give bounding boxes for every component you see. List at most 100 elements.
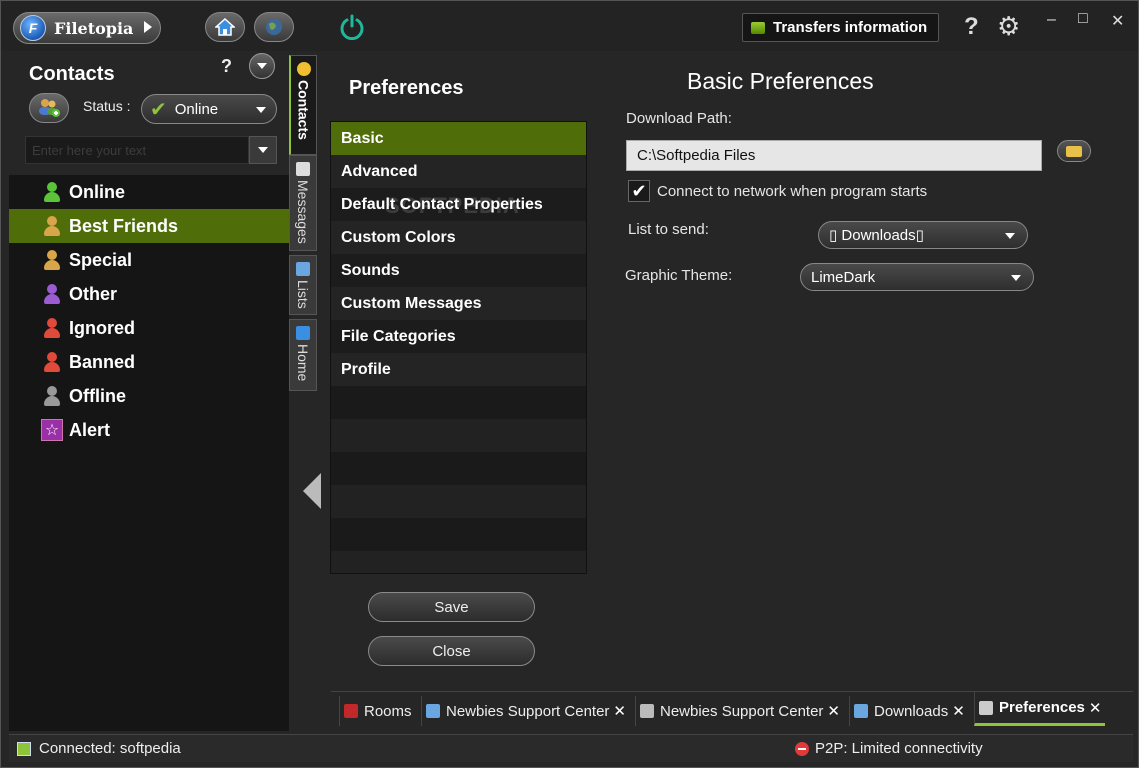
chevron-down-icon	[257, 63, 267, 69]
close-tab-icon[interactable]: ✕	[952, 702, 965, 720]
contact-group-item[interactable]: Banned	[9, 345, 289, 379]
close-tab-icon[interactable]: ✕	[827, 702, 840, 720]
filetopia-logo-icon: F	[20, 15, 46, 41]
bottom-tab[interactable]: Newbies Support Center ✕	[421, 696, 630, 726]
add-contact-button[interactable]	[29, 93, 69, 123]
help-icon[interactable]: ?	[964, 13, 979, 41]
menu-arrow-icon	[144, 21, 152, 33]
maximize-button[interactable]: □	[1078, 10, 1088, 28]
chevron-down-icon	[256, 107, 266, 113]
status-bar: Connected: softpedia P2P: Limited connec…	[9, 734, 1133, 762]
contacts-options-button[interactable]	[249, 53, 275, 79]
close-window-button[interactable]: ✕	[1111, 11, 1124, 31]
transfers-information-button[interactable]: Transfers information	[742, 13, 939, 42]
bottom-tab-bar: Rooms Newbies Support Center ✕ Newbies Supp…	[331, 691, 1133, 729]
home-icon	[296, 326, 310, 340]
tab-contacts[interactable]: Contacts	[289, 55, 317, 155]
tab-messages[interactable]: Messages	[289, 155, 317, 251]
contact-group-item[interactable]: Special	[9, 243, 289, 277]
contact-group-item[interactable]: ☆ Alert	[9, 413, 289, 447]
p2p-warning-icon	[795, 742, 809, 756]
bottom-tab[interactable]: Preferences ✕	[974, 692, 1106, 726]
person-green-icon	[41, 181, 63, 203]
save-button[interactable]: Save	[368, 592, 535, 622]
check-icon: ✔	[150, 98, 167, 121]
list-to-send-select[interactable]: ▯ Downloads▯	[818, 221, 1028, 249]
contact-group-item[interactable]: Offline	[9, 379, 289, 413]
p2p-status-text: P2P: Limited connectivity	[815, 740, 983, 757]
preference-category-item[interactable]: Default Contact Properties	[331, 188, 586, 221]
transfers-icon	[751, 21, 765, 34]
preference-category-item[interactable]: File Categories	[331, 320, 586, 353]
folder-icon	[1066, 145, 1082, 157]
minimize-button[interactable]: –	[1047, 11, 1056, 29]
close-button[interactable]: Close	[368, 636, 535, 666]
chat-icon	[426, 704, 440, 718]
tab-messages-label: Messages	[295, 180, 311, 244]
graphic-theme-value: LimeDark	[811, 268, 876, 286]
contacts-search-input[interactable]: Enter here your text	[25, 136, 249, 164]
contact-group-list: Online Best Friends Special Other Ignored Ban…	[9, 175, 289, 731]
app-name: Filetopia	[54, 18, 134, 38]
app-window: F Filetopia Transfers information ? ⚙ –	[0, 0, 1139, 768]
gear-icon	[979, 700, 993, 715]
contact-group-label: Special	[69, 249, 133, 270]
connected-icon	[17, 742, 31, 756]
people-group-icon	[41, 249, 63, 271]
connect-on-start-label: Connect to network when program starts	[657, 183, 928, 200]
bottom-tab-label: Newbies Support Center	[446, 702, 610, 720]
graphic-theme-label: Graphic Theme:	[625, 267, 733, 284]
download-path-input[interactable]: C:\Softpedia Files	[626, 140, 1042, 171]
person-grey-icon	[41, 385, 63, 407]
preference-category-item[interactable]: Basic	[331, 122, 586, 155]
filetopia-menu-button[interactable]: F Filetopia	[13, 12, 161, 44]
bottom-tab[interactable]: Newbies Support Center ✕	[635, 696, 844, 726]
title-bar: F Filetopia Transfers information ? ⚙ –	[1, 1, 1138, 51]
side-tabs: Contacts Messages Lists Home	[289, 51, 329, 731]
collapse-panel-arrow-icon[interactable]	[303, 473, 321, 509]
add-user-icon	[39, 99, 60, 117]
preferences-title: Preferences	[349, 77, 464, 99]
list-icon	[640, 704, 654, 718]
contact-group-label: Offline	[69, 385, 126, 406]
settings-gear-icon[interactable]: ⚙	[997, 13, 1020, 39]
rooms-icon	[344, 704, 358, 718]
home-button[interactable]	[205, 12, 245, 42]
search-dropdown-button[interactable]	[249, 136, 277, 164]
contact-group-label: Banned	[69, 351, 136, 372]
preference-category-item[interactable]: Sounds	[331, 254, 586, 287]
power-icon[interactable]	[338, 13, 366, 41]
contacts-title: Contacts	[29, 63, 115, 85]
contacts-panel: Contacts ? Status : ✔ Online Enter here …	[9, 51, 289, 731]
preference-category-item[interactable]: Custom Colors	[331, 221, 586, 254]
status-value: Online	[174, 100, 219, 118]
contact-group-item[interactable]: Ignored	[9, 311, 289, 345]
bottom-tab-label: Rooms	[364, 702, 412, 720]
tab-home[interactable]: Home	[289, 319, 317, 391]
preference-category-item[interactable]: Custom Messages	[331, 287, 586, 320]
contact-group-item[interactable]: Online	[9, 175, 289, 209]
graphic-theme-select[interactable]: LimeDark	[800, 263, 1034, 291]
globe-button[interactable]	[254, 12, 294, 42]
close-tab-icon[interactable]: ✕	[613, 702, 626, 720]
chevron-down-icon	[1011, 275, 1021, 281]
transfers-label: Transfers information	[773, 19, 928, 36]
preference-category-item[interactable]: Profile	[331, 353, 586, 386]
chevron-down-icon	[1005, 233, 1015, 239]
contact-group-item[interactable]: Best Friends	[9, 209, 289, 243]
bottom-tab-label: Newbies Support Center	[660, 702, 824, 720]
bottom-tab[interactable]: Downloads ✕	[849, 696, 969, 726]
status-select[interactable]: ✔ Online	[141, 94, 277, 124]
tab-lists[interactable]: Lists	[289, 255, 317, 315]
person-red-icon	[41, 317, 63, 339]
close-tab-icon[interactable]: ✕	[1089, 699, 1102, 717]
connect-on-start-checkbox[interactable]: ✔	[628, 180, 650, 202]
contacts-help-icon[interactable]: ?	[221, 56, 232, 77]
basic-preferences-title: Basic Preferences	[687, 68, 874, 94]
browse-folder-button[interactable]	[1057, 140, 1091, 162]
contact-group-item[interactable]: Other	[9, 277, 289, 311]
bottom-tab[interactable]: Rooms	[339, 696, 416, 726]
preference-category-item[interactable]: Advanced	[331, 155, 586, 188]
contact-group-label: Ignored	[69, 317, 135, 338]
person-purple-icon	[41, 283, 63, 305]
